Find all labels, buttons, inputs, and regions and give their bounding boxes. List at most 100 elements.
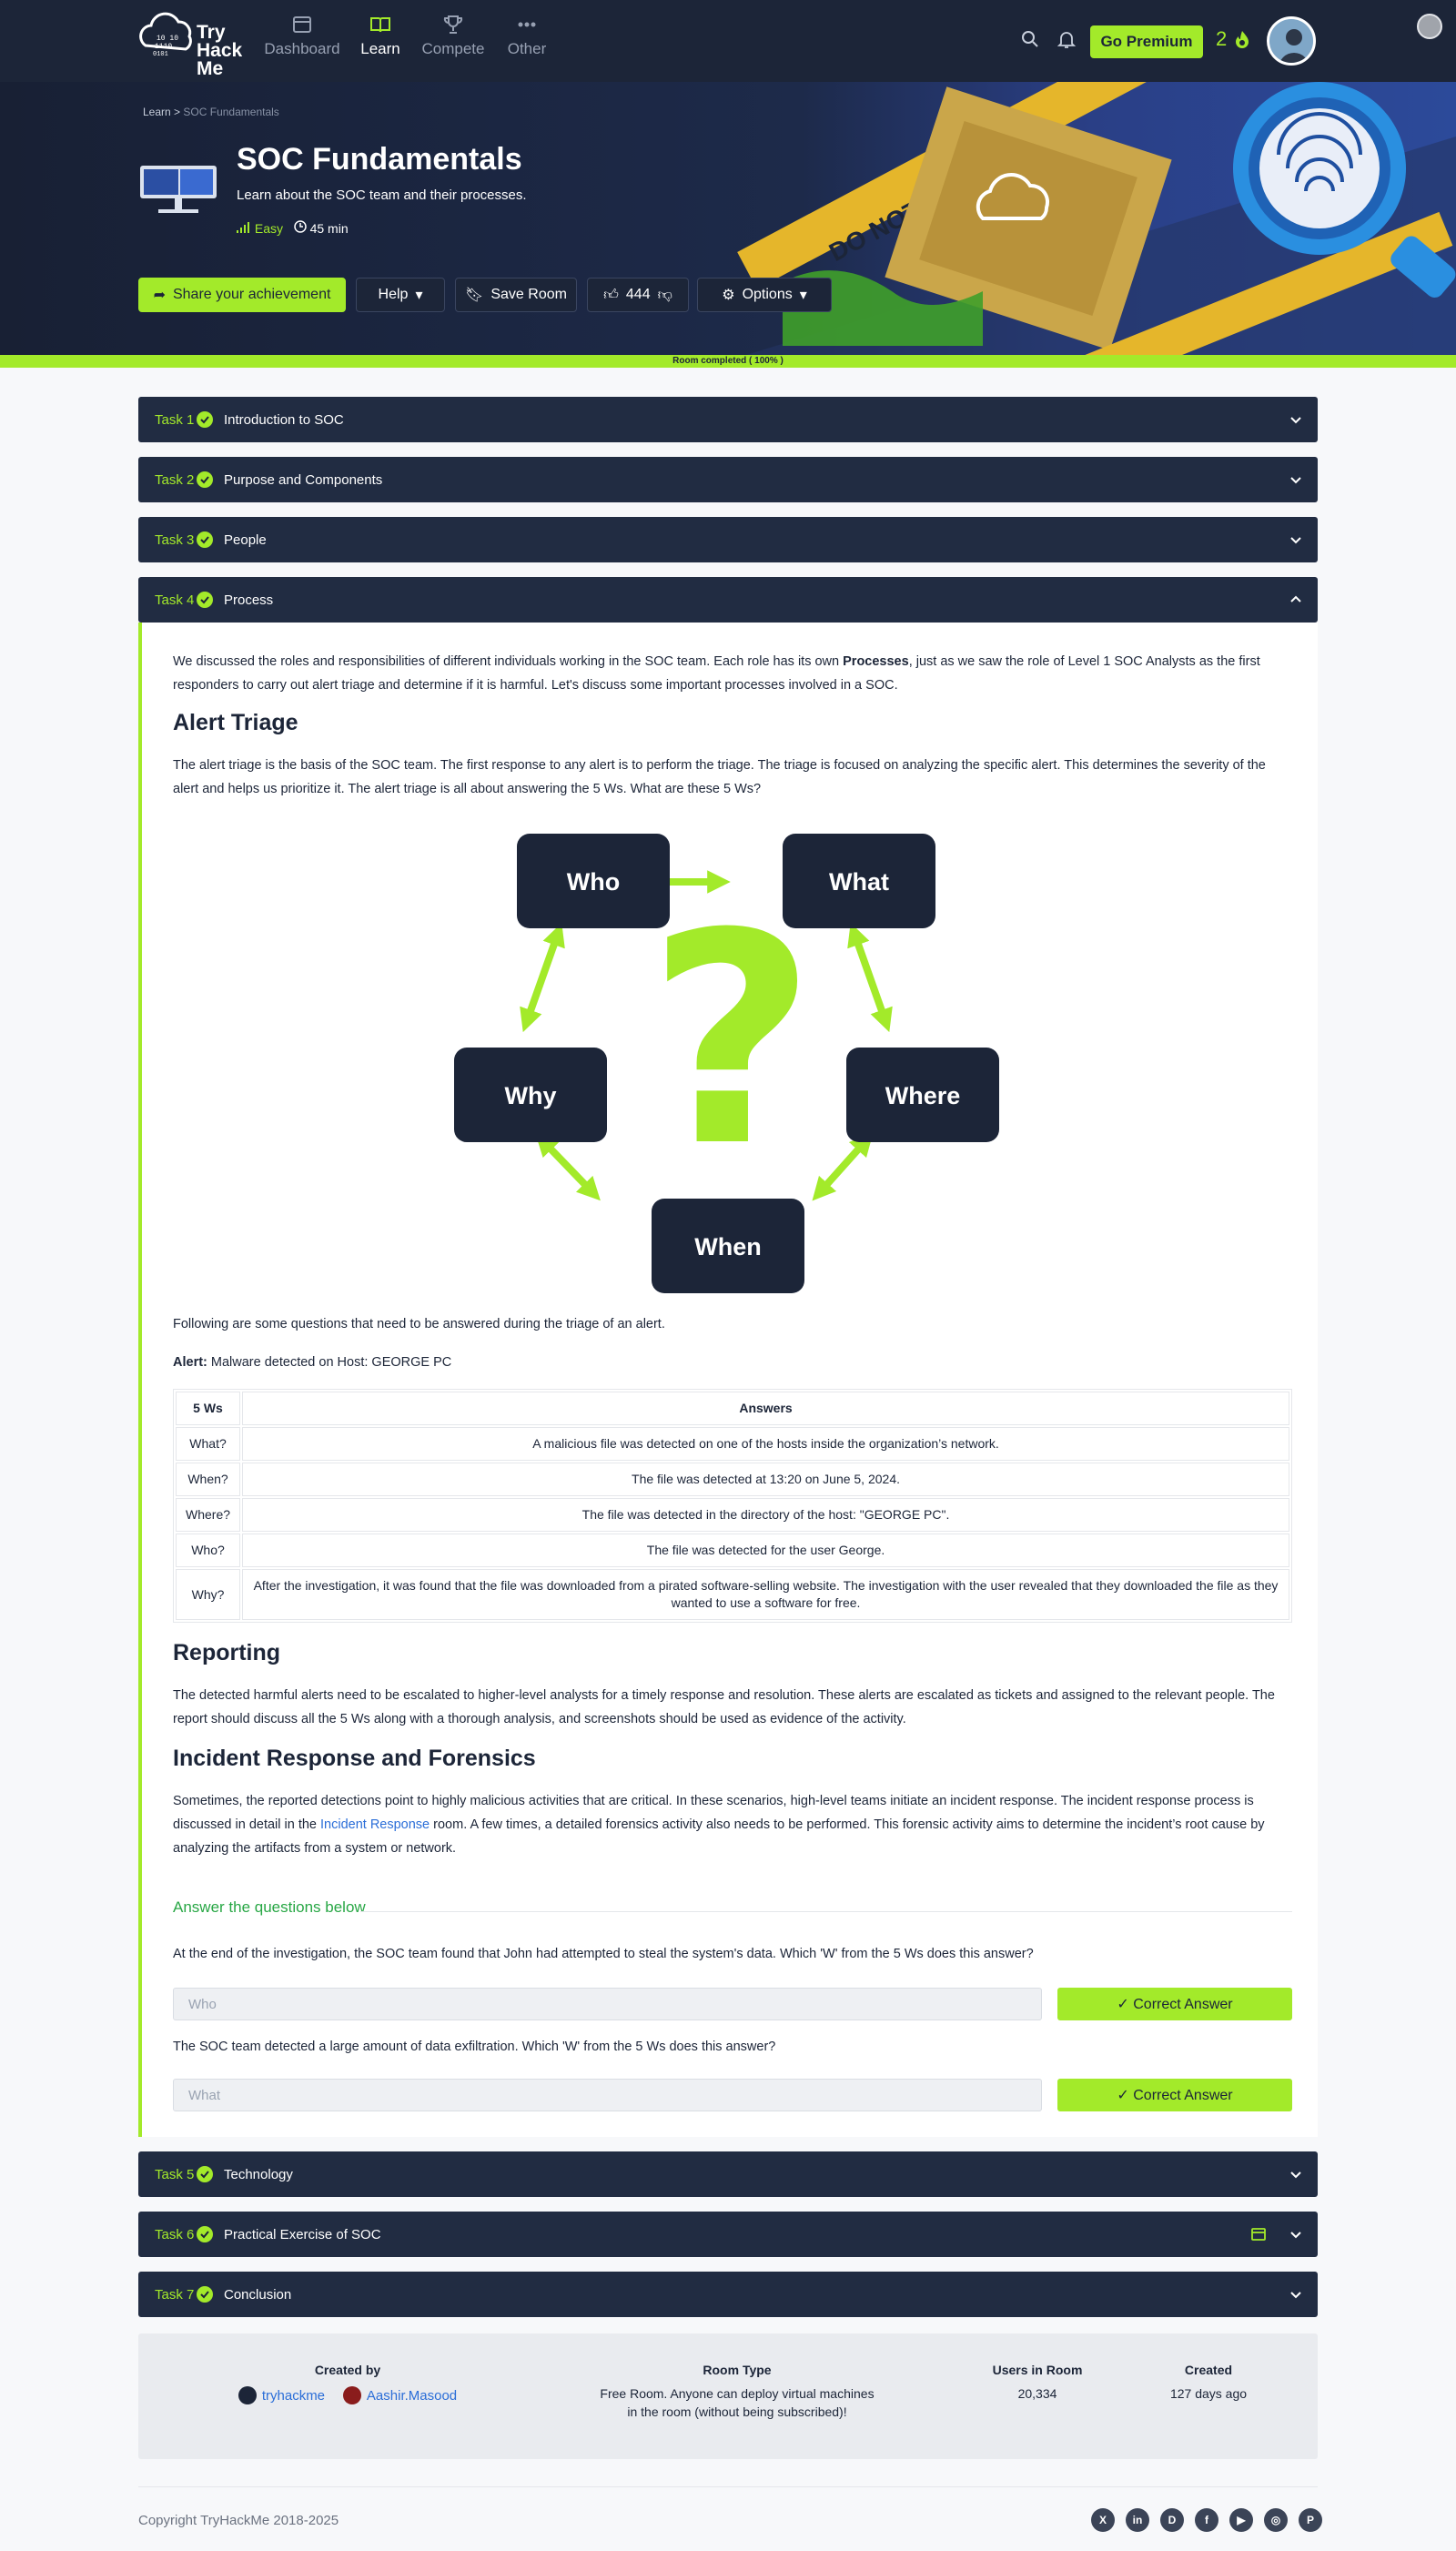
alert-text: Malware detected on Host: GEORGE PC [207,1355,452,1370]
task-title: Introduction to SOC [224,411,344,428]
table-cell-answer: The file was detected for the user Georg… [242,1534,1289,1567]
table-cell-answer: The file was detected at 13:20 on June 5… [242,1463,1289,1496]
nav-dashboard[interactable]: Dashboard [261,13,343,58]
task-2-header[interactable]: Task 2 Purpose and Components [138,457,1318,502]
svg-text:0101: 0101 [153,51,168,58]
nav-learn[interactable]: Learn [339,13,421,58]
reporting-text: The detected harmful alerts need to be e… [173,1688,1275,1726]
user-avatar[interactable] [1267,16,1316,66]
created-by-label: Created by [314,2363,381,2377]
task-number: Task 4 [155,592,195,608]
instagram-icon[interactable]: ◎ [1264,2508,1288,2532]
chevron-down-icon [1290,417,1301,424]
table-cell-w: When? [176,1463,241,1496]
question-1-answer-field[interactable] [173,1988,1042,2020]
check-circle-icon [197,2226,213,2242]
help-button[interactable]: Help ▾ [356,278,445,312]
question-1-text: At the end of the investigation, the SOC… [173,1947,1034,1961]
options-button[interactable]: ⚙ Options ▾ [697,278,832,312]
table-cell-w: Who? [176,1534,241,1567]
social-links: X in D f ▶ ◎ P [1091,2508,1322,2532]
task-4-header[interactable]: Task 4 Process [138,577,1318,623]
alert-label: Alert: [173,1355,207,1370]
x-icon[interactable]: X [1091,2508,1115,2532]
author-name: tryhackme [261,2387,326,2404]
correct-answer-label: Correct Answer [1133,2088,1233,2103]
task-1-header[interactable]: Task 1 Introduction to SOC [138,397,1318,442]
incident-response-link[interactable]: Incident Response [320,1817,430,1832]
author-tryhackme[interactable]: tryhackme [238,2386,325,2404]
triage-questions-intro: Following are some questions that need t… [173,1317,665,1331]
facebook-icon[interactable]: f [1195,2508,1218,2532]
nav-compete[interactable]: Compete [412,13,494,58]
table-cell-answer: A malicious file was detected on one of … [242,1427,1289,1461]
room-icon [140,166,217,213]
question-2-answer-field[interactable] [173,2079,1042,2111]
table-cell-w: What? [176,1427,241,1461]
incident-response-text: Sometimes, the reported detections point… [173,1789,1292,1860]
intro-bold-processes: Processes [843,654,909,669]
tryhackme-logo[interactable]: 10 10 1110 0101 Try Hack Me [136,9,246,78]
table-row: Who? The file was detected for the user … [176,1534,1289,1567]
nav-other[interactable]: Other [486,13,568,58]
bell-icon[interactable] [1056,28,1077,50]
task-number: Task 6 [155,2226,195,2242]
who-label: Who [567,868,620,896]
table-cell-answer: After the investigation, it was found th… [242,1569,1289,1620]
when-label: When [694,1233,762,1260]
youtube-icon[interactable]: ▶ [1229,2508,1253,2532]
task-3-header[interactable]: Task 3 People [138,517,1318,562]
check-circle-icon [197,531,213,548]
save-room-button[interactable]: 🔖︎ Save Room [455,278,577,312]
go-premium-button[interactable]: Go Premium [1090,25,1203,58]
created-label: Created [1184,2363,1233,2377]
help-label: Help [378,287,409,302]
room-title: SOC Fundamentals [237,142,522,177]
thumbs-down-icon[interactable]: 👎︎ [658,287,672,304]
save-room-label: Save Room [490,287,567,302]
correct-answer-label: Correct Answer [1133,1997,1233,2012]
room-type-line-1: Free Room. Anyone can deploy virtual mac… [600,2386,875,2401]
nav-learn-label: Learn [360,40,400,57]
five-ws-diagram: ? Who What Why Where When [454,834,999,1293]
top-nav: 10 10 1110 0101 Try Hack Me Dashboard Le… [0,0,1456,82]
question-1-correct-button[interactable]: ✓ Correct Answer [1057,1988,1292,2020]
author-avatar [342,2386,361,2404]
alert-triage-text: The alert triage is the basis of the SOC… [173,758,1266,796]
table-cell-w: Why? [176,1569,241,1620]
linkedin-icon[interactable]: in [1126,2508,1149,2532]
share-achievement-button[interactable]: ➦ Share your achievement [138,278,346,312]
pinterest-icon[interactable]: P [1299,2508,1322,2532]
task-title: Purpose and Components [224,471,383,488]
chevron-down-icon [1290,2171,1301,2179]
dashboard-icon [293,16,311,33]
task-title: People [224,531,267,548]
question-2-correct-button[interactable]: ✓ Correct Answer [1057,2079,1292,2111]
overlay-toggle-dot[interactable] [1417,14,1442,39]
discord-icon[interactable]: D [1160,2508,1184,2532]
check-circle-icon [197,471,213,488]
avatar-image-icon [1269,19,1313,63]
task-4-content: We discussed the roles and responsibilit… [138,623,1318,2137]
task-title: Process [224,592,274,608]
breadcrumb-learn-link[interactable]: Learn [143,106,171,118]
five-ws-table: 5 Ws Answers What? A malicious file was … [173,1389,1292,1623]
breadcrumb-separator: > [174,106,181,118]
task-5-header[interactable]: Task 5 Technology [138,2151,1318,2197]
search-icon[interactable] [1020,29,1040,49]
thumbs-up-icon[interactable]: 👍︎ [603,287,619,304]
cloud-logo-icon: 10 10 1110 0101 [139,12,192,58]
chevron-down-icon [1290,2292,1301,2299]
author-aashir[interactable]: Aashir.Masood [342,2386,457,2404]
chevron-down-icon [1290,2232,1301,2239]
table-cell-answer: The file was detected in the directory o… [242,1498,1289,1532]
footer-divider [138,2486,1318,2487]
task-7-header[interactable]: Task 7 Conclusion [138,2272,1318,2317]
streak-count: 2 [1216,27,1228,50]
check-circle-icon [197,2286,213,2303]
room-type-label: Room Type [703,2363,772,2377]
options-label: Options [742,287,793,302]
heading-incident-response: Incident Response and Forensics [173,1746,536,1771]
hero-banner-art-icon: DO NOT CROSS [737,82,1456,355]
task-6-header[interactable]: Task 6 Practical Exercise of SOC [138,2212,1318,2257]
